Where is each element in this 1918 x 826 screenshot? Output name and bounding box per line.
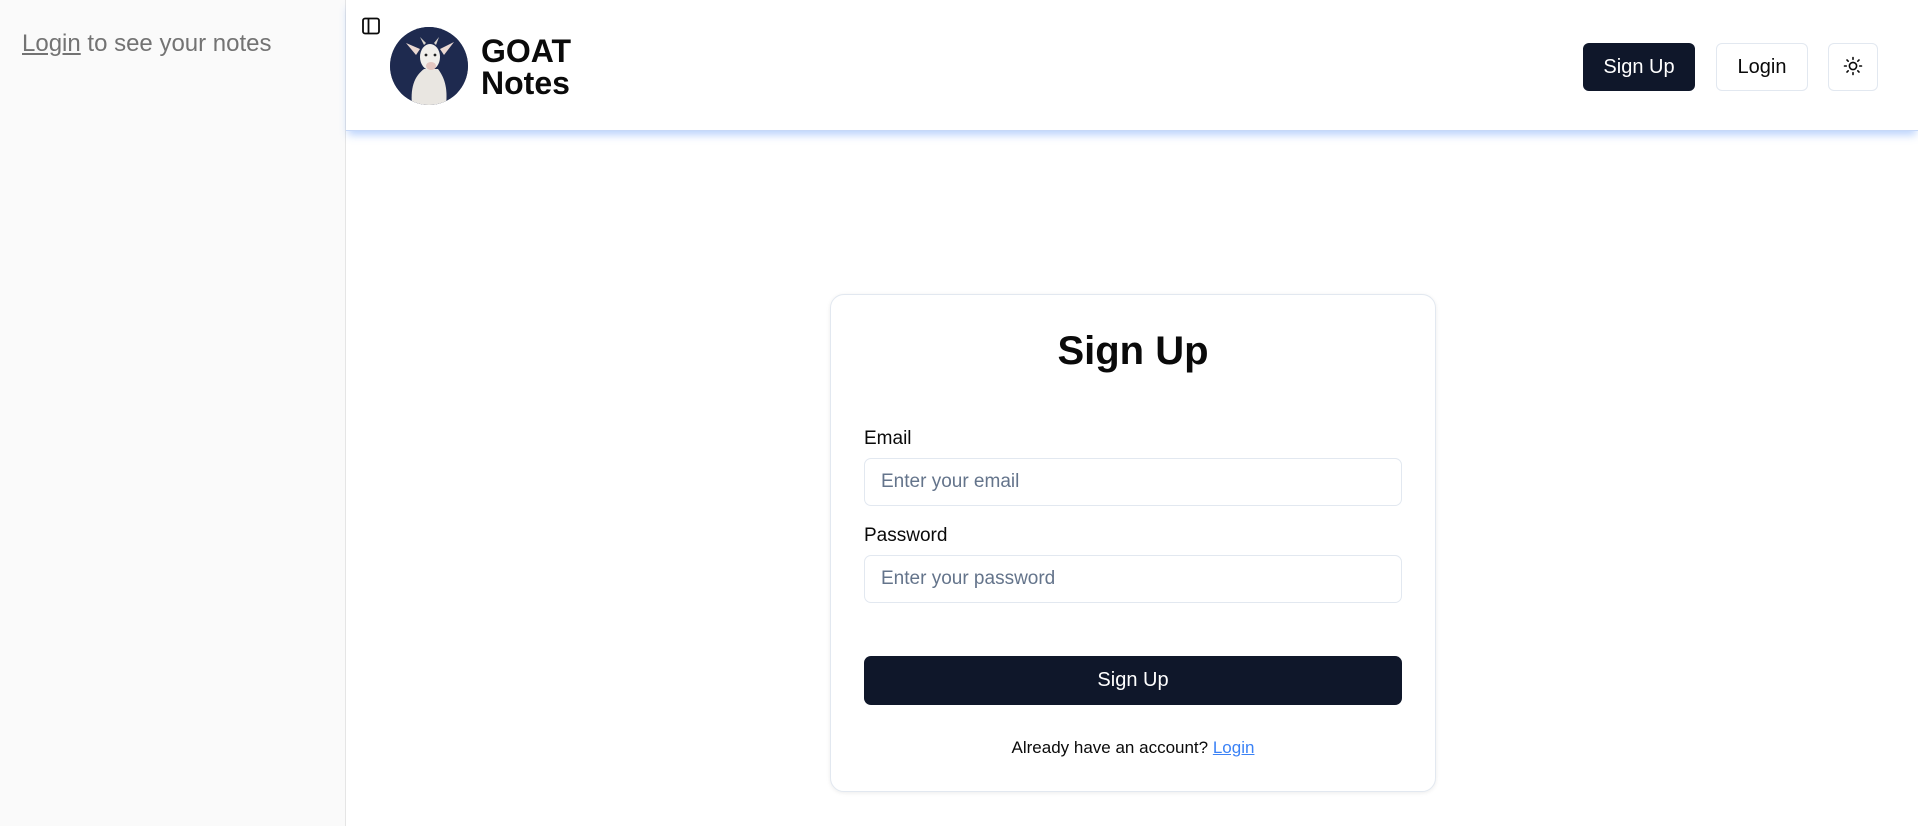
- brand-line-2: Notes: [481, 65, 570, 101]
- signup-title: Sign Up: [1057, 329, 1209, 373]
- email-label: Email: [864, 428, 912, 449]
- login-prompt-text: Already have an account?: [1011, 738, 1213, 757]
- header-login-button[interactable]: Login: [1716, 43, 1808, 91]
- sidebar-login-link[interactable]: Login: [22, 30, 81, 57]
- email-input[interactable]: [864, 458, 1402, 506]
- theme-toggle-button[interactable]: [1828, 43, 1878, 91]
- sidebar: Login to see your notes: [0, 0, 346, 826]
- top-header: GOAT Notes Sign Up Login: [346, 0, 1918, 131]
- signup-submit-button[interactable]: Sign Up: [864, 656, 1402, 705]
- brand-line-1: GOAT: [481, 33, 572, 69]
- login-link[interactable]: Login: [1213, 738, 1255, 757]
- password-input[interactable]: [864, 555, 1402, 603]
- sidebar-toggle-icon[interactable]: [360, 16, 382, 36]
- signup-card: Sign Up Email Password Sign Up Already h…: [830, 294, 1436, 792]
- main-area: GOAT Notes Sign Up Login Sign Up Email E…: [346, 0, 1918, 826]
- header-signup-button[interactable]: Sign Up: [1583, 43, 1695, 91]
- sun-icon: [1843, 56, 1863, 79]
- goat-logo[interactable]: [390, 27, 468, 105]
- sidebar-message-text: to see your notes: [80, 30, 272, 57]
- password-label: Password: [864, 525, 948, 546]
- sidebar-login-message: Login to see your notes: [22, 30, 272, 58]
- brand-name[interactable]: GOAT Notes: [481, 35, 571, 99]
- login-prompt: Already have an account? Login: [831, 738, 1435, 758]
